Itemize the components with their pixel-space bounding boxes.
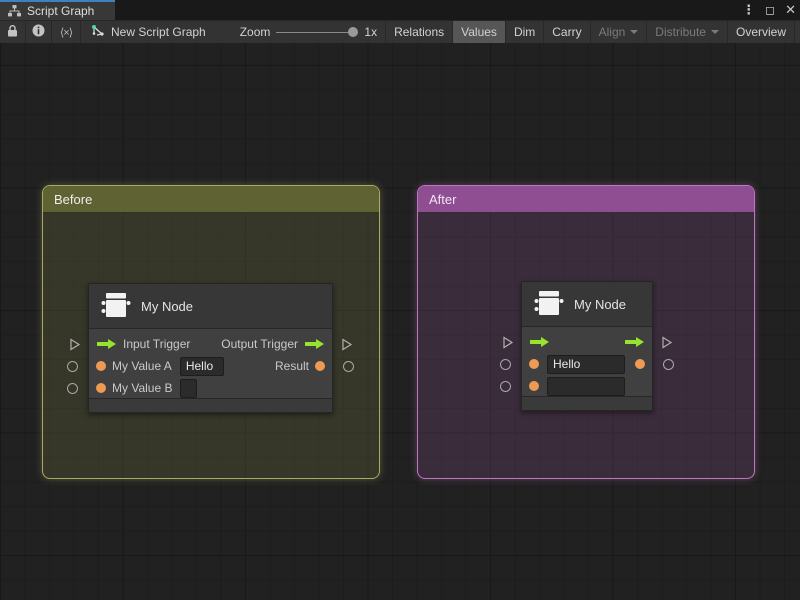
tab-bar: Script Graph ⋮ ◻ ✕ <box>0 0 800 20</box>
value-a-input[interactable] <box>547 355 625 374</box>
value-input-port-icon[interactable] <box>500 359 511 370</box>
zoom-slider-handle[interactable] <box>348 27 358 37</box>
value-b-label: My Value B <box>112 381 172 395</box>
overview-button[interactable]: Overview <box>728 21 795 43</box>
value-input-port-icon[interactable] <box>67 383 78 394</box>
distribute-dropdown[interactable]: Distribute <box>647 21 728 43</box>
flow-output-port-icon[interactable] <box>659 335 674 350</box>
tab-script-graph[interactable]: Script Graph <box>0 0 115 20</box>
value-pin-icon[interactable] <box>96 361 106 371</box>
node-footer <box>89 398 332 412</box>
port-row-value-a: My Value A Result <box>89 355 332 377</box>
new-script-graph-label: New Script Graph <box>111 25 206 39</box>
distribute-label: Distribute <box>655 25 706 39</box>
flow-arrow-icon[interactable] <box>96 338 117 350</box>
value-input-port-icon[interactable] <box>500 381 511 392</box>
carry-label: Carry <box>552 25 581 39</box>
node-after[interactable]: My Node <box>521 281 653 411</box>
toolbar: ⟨×⟩ New Script Graph Zoom 1x Relations V… <box>0 20 800 43</box>
chevron-down-icon <box>630 30 638 34</box>
flow-input-port-icon[interactable] <box>67 337 82 352</box>
node-after-body <box>522 327 652 397</box>
info-icon <box>32 24 45 40</box>
value-input-port-icon[interactable] <box>67 361 78 372</box>
node-title: My Node <box>574 297 626 312</box>
group-after-header[interactable]: After <box>418 186 754 212</box>
node-before-body: Input Trigger Output Trigger My Value A … <box>89 329 332 399</box>
relations-button[interactable]: Relations <box>385 21 453 43</box>
flow-input-port-icon[interactable] <box>500 335 515 350</box>
flow-arrow-icon[interactable] <box>529 336 550 348</box>
chevron-down-icon <box>711 30 719 34</box>
value-pin-icon[interactable] <box>529 359 539 369</box>
csharp-preview-button[interactable]: ⟨×⟩ <box>52 21 81 43</box>
lock-icon <box>7 25 18 40</box>
maximize-icon[interactable]: ◻ <box>765 0 775 20</box>
zoom-label: Zoom <box>240 25 271 39</box>
unit-icon <box>99 290 131 323</box>
window-menu-icon[interactable]: ⋮ <box>742 0 755 20</box>
carry-button[interactable]: Carry <box>544 21 590 43</box>
node-after-header[interactable]: My Node <box>522 282 652 327</box>
group-after-title: After <box>429 192 456 207</box>
tab-title: Script Graph <box>27 4 94 18</box>
values-label: Values <box>461 25 497 39</box>
relations-label: Relations <box>394 25 444 39</box>
port-row-value-b <box>522 375 652 397</box>
value-a-label: My Value A <box>112 359 172 373</box>
unit-icon <box>532 288 564 321</box>
align-label: Align <box>599 25 626 39</box>
value-output-port-icon[interactable] <box>343 361 354 372</box>
value-output-port-icon[interactable] <box>663 359 674 370</box>
value-a-input[interactable] <box>180 357 224 376</box>
graph-canvas[interactable]: Before After My Node <box>0 43 800 600</box>
script-graph-asset-icon <box>91 24 105 40</box>
dim-label: Dim <box>514 25 535 39</box>
group-before-header[interactable]: Before <box>43 186 379 212</box>
window-controls: ⋮ ◻ ✕ <box>742 0 796 20</box>
graph-tree-icon <box>8 5 21 17</box>
port-row-value-b: My Value B <box>89 377 332 399</box>
group-before-title: Before <box>54 192 92 207</box>
value-pin-icon[interactable] <box>529 381 539 391</box>
node-before-header[interactable]: My Node <box>89 284 332 329</box>
zoom-control: Zoom 1x <box>232 21 385 43</box>
port-row-value-a <box>522 353 652 375</box>
zoom-value: 1x <box>364 25 377 39</box>
value-b-input[interactable] <box>547 377 625 396</box>
port-row-triggers: Input Trigger Output Trigger <box>89 333 332 355</box>
node-title: My Node <box>141 299 193 314</box>
input-trigger-label: Input Trigger <box>123 337 190 351</box>
fullscreen-button[interactable]: Full Scr <box>795 21 800 43</box>
value-pin-icon[interactable] <box>635 359 645 369</box>
toolbar-gap <box>216 21 232 43</box>
close-icon[interactable]: ✕ <box>785 0 796 20</box>
flow-arrow-icon[interactable] <box>624 336 645 348</box>
align-dropdown[interactable]: Align <box>591 21 648 43</box>
node-before[interactable]: My Node Input Trigger Output Trigger <box>88 283 333 413</box>
result-label: Result <box>275 359 309 373</box>
value-pin-icon[interactable] <box>96 383 106 393</box>
value-b-input[interactable] <box>180 379 197 398</box>
code-preview-icon: ⟨×⟩ <box>60 26 72 39</box>
output-trigger-label: Output Trigger <box>221 337 298 351</box>
port-row-triggers <box>522 331 652 353</box>
lock-button[interactable] <box>0 21 26 43</box>
info-button[interactable] <box>26 21 52 43</box>
node-footer <box>522 396 652 410</box>
value-pin-icon[interactable] <box>315 361 325 371</box>
zoom-slider[interactable] <box>276 32 358 33</box>
flow-arrow-icon[interactable] <box>304 338 325 350</box>
values-button[interactable]: Values <box>453 21 506 43</box>
flow-output-port-icon[interactable] <box>339 337 354 352</box>
dim-button[interactable]: Dim <box>506 21 544 43</box>
graph-path-button[interactable]: New Script Graph <box>81 21 216 43</box>
overview-label: Overview <box>736 25 786 39</box>
